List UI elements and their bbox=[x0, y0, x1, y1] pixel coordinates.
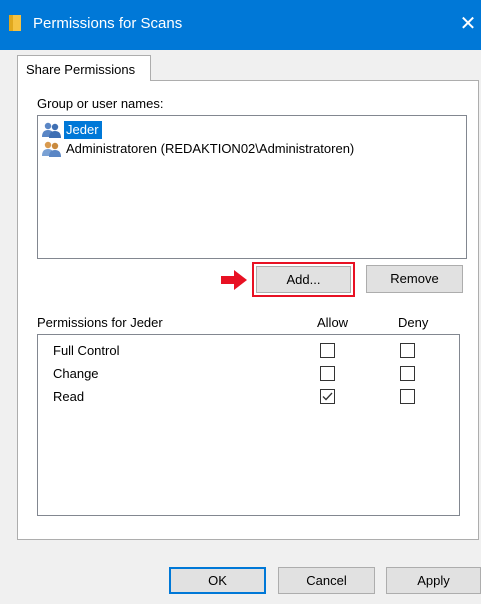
users-group-icon bbox=[42, 122, 61, 138]
ok-button[interactable]: OK bbox=[169, 567, 266, 594]
permission-name: Full Control bbox=[53, 343, 120, 358]
folder-icon bbox=[9, 15, 21, 31]
deny-column-header: Deny bbox=[398, 315, 429, 330]
permission-row-change: Change bbox=[38, 363, 458, 386]
users-group-icon bbox=[42, 141, 61, 157]
user-name-label: Jeder bbox=[64, 120, 102, 139]
allow-change-checkbox[interactable] bbox=[320, 366, 335, 381]
arrow-right-icon bbox=[221, 270, 247, 290]
deny-read-checkbox[interactable] bbox=[400, 389, 415, 404]
remove-button[interactable]: Remove bbox=[366, 265, 463, 293]
permission-row-full-control: Full Control bbox=[38, 340, 458, 363]
allow-full-control-checkbox[interactable] bbox=[320, 343, 335, 358]
deny-change-checkbox[interactable] bbox=[400, 366, 415, 381]
permission-name: Change bbox=[53, 366, 99, 381]
list-item-administratoren[interactable]: Administratoren (REDAKTION02\Administrat… bbox=[41, 139, 463, 158]
allow-column-header: Allow bbox=[317, 315, 349, 330]
user-name-label: Administratoren (REDAKTION02\Administrat… bbox=[66, 140, 355, 156]
allow-read-checkbox[interactable] bbox=[320, 389, 335, 404]
permission-row-read: Read bbox=[38, 386, 458, 409]
permissions-for-label: Permissions for Jeder bbox=[37, 315, 163, 330]
tab-share-permissions[interactable]: Share Permissions bbox=[17, 55, 151, 81]
close-icon: ✕ bbox=[459, 13, 477, 35]
permissions-list: Full Control Change Read bbox=[37, 334, 460, 516]
cancel-button[interactable]: Cancel bbox=[278, 567, 375, 594]
permission-name: Read bbox=[53, 389, 85, 404]
list-item-jeder[interactable]: Jeder bbox=[41, 120, 463, 139]
checkmark-icon bbox=[322, 392, 333, 401]
group-user-names-label: Group or user names: bbox=[37, 96, 164, 111]
window-title: Permissions for Scans bbox=[33, 15, 183, 32]
users-listbox[interactable]: Jeder Administratoren (REDAKTION02\Admin… bbox=[37, 115, 467, 259]
close-button[interactable]: ✕ bbox=[455, 12, 481, 36]
deny-full-control-checkbox[interactable] bbox=[400, 343, 415, 358]
apply-button[interactable]: Apply bbox=[386, 567, 481, 594]
add-button[interactable]: Add... bbox=[256, 266, 351, 293]
